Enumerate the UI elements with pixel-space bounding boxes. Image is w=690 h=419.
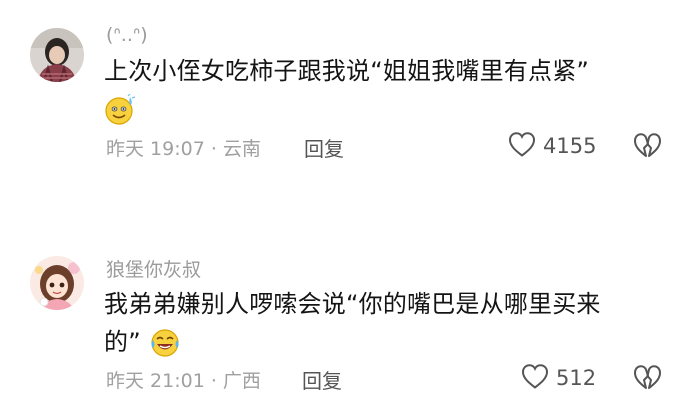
avatar[interactable] <box>30 28 84 82</box>
comment-text-line-2: 的” <box>104 328 141 356</box>
reply-button[interactable]: 回复 <box>302 365 342 394</box>
like-button[interactable]: 4155 <box>507 130 596 162</box>
laughing-tears-emoji-icon <box>149 327 181 359</box>
like-button[interactable]: 512 <box>520 362 596 394</box>
comment-text: 我弟弟嫌别人啰嗦会说“你的嘴巴是从哪里买来 的” <box>104 285 674 361</box>
heart-outline-icon <box>520 362 550 394</box>
comment-meta: 昨天 19:07 · 云南 <box>106 138 261 160</box>
heart-outline-icon <box>507 130 537 162</box>
username[interactable]: 狼堡你灰叔 <box>106 255 201 282</box>
comment-item: 狼堡你灰叔 我弟弟嫌别人啰嗦会说“你的嘴巴是从哪里买来 的” 昨天 21:01 … <box>0 240 690 419</box>
sweating-smile-emoji-icon <box>104 93 136 126</box>
dislike-button[interactable] <box>632 131 662 163</box>
comment-item: (ᐢ..ᐢ) 上次小侄女吃柿子跟我说“姐姐我嘴里有点紧” 昨天 19:07 · … <box>0 0 690 200</box>
reply-button[interactable]: 回复 <box>304 133 344 162</box>
like-count: 4155 <box>543 134 597 158</box>
comment-meta: 昨天 21:01 · 广西 <box>106 370 261 392</box>
dislike-button[interactable] <box>632 363 662 395</box>
like-count: 512 <box>556 366 597 390</box>
username[interactable]: (ᐢ..ᐢ) <box>106 24 148 46</box>
comment-text: 上次小侄女吃柿子跟我说“姐姐我嘴里有点紧” <box>104 52 674 128</box>
broken-heart-icon <box>632 365 662 395</box>
avatar[interactable] <box>30 256 84 310</box>
comment-text-body: 上次小侄女吃柿子跟我说“姐姐我嘴里有点紧” <box>104 57 590 85</box>
broken-heart-icon <box>632 133 662 163</box>
comment-text-line-1: 我弟弟嫌别人啰嗦会说“你的嘴巴是从哪里买来 <box>104 290 601 318</box>
